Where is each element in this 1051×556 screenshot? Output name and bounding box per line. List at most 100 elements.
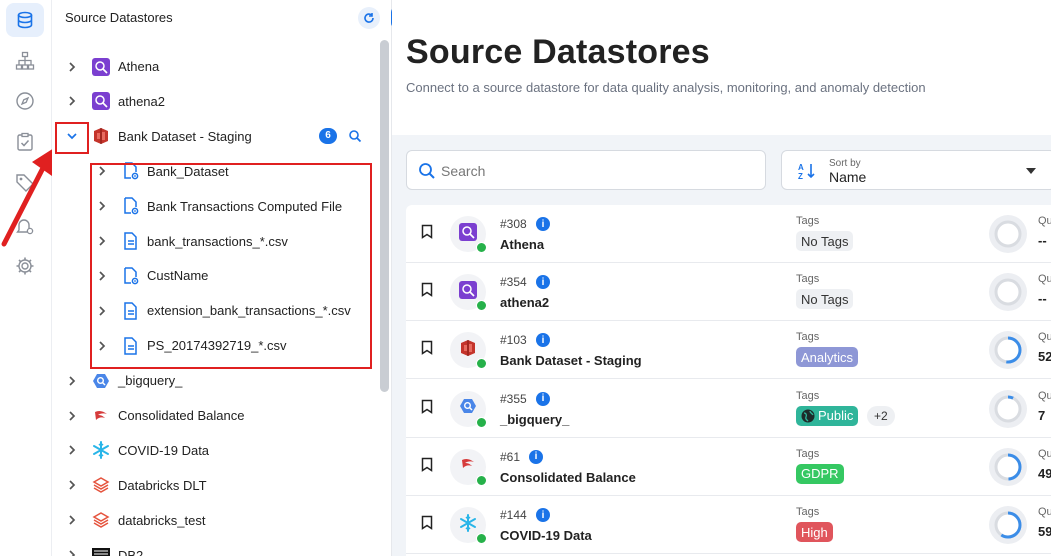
datastore-name[interactable]: athena2: [500, 295, 549, 310]
datastore-card[interactable]: #355 i _bigquery_ Tags Public +2 Qu 7: [406, 380, 1051, 438]
tree-item-label: Athena: [118, 59, 160, 74]
chevron-right-icon[interactable]: [66, 479, 78, 491]
quality-caption: Qu: [1038, 389, 1051, 402]
bookmark-icon[interactable]: [421, 340, 433, 356]
quality-value: --: [1038, 233, 1047, 248]
info-icon[interactable]: i: [529, 449, 543, 464]
tag-badge[interactable]: Analytics: [796, 347, 859, 368]
quality-score-ring: [989, 273, 1027, 312]
child-count-badge: 6: [319, 127, 337, 144]
tag-label: Public: [818, 408, 854, 424]
tree-scrollbar[interactable]: [380, 40, 389, 392]
chevron-right-icon[interactable]: [66, 410, 78, 422]
search-field[interactable]: [406, 150, 766, 190]
datastore-name[interactable]: COVID-19 Data: [500, 528, 592, 543]
nav-discover-button[interactable]: [6, 84, 44, 118]
sort-dropdown[interactable]: A Z Sort by Name: [781, 150, 1051, 190]
quality-score-ring: [989, 506, 1027, 544]
datastore-id: #103: [500, 333, 527, 348]
nav-rail: [0, 0, 52, 556]
status-dot: [476, 533, 487, 544]
datastore-card[interactable]: #61 i Consolidated Balance Tags GDPR Qu 49: [406, 438, 1051, 496]
chevron-right-icon[interactable]: [66, 514, 78, 526]
tag-badge[interactable]: High: [796, 522, 833, 542]
refresh-button[interactable]: [358, 7, 380, 29]
tags-caption: Tags: [796, 273, 820, 286]
page-subtitle: Connect to a source datastore for data q…: [406, 80, 926, 95]
tree-item[interactable]: DB2: [52, 538, 372, 556]
tree-item-label: _bigquery_: [118, 373, 183, 389]
caret-down-icon: [1026, 168, 1036, 174]
info-icon[interactable]: i: [536, 333, 550, 348]
datastore-id: #61: [500, 449, 521, 464]
tag-label: GDPR: [801, 466, 839, 482]
bookmark-icon[interactable]: [421, 399, 433, 414]
databricks-icon: [92, 476, 110, 494]
bookmark-icon[interactable]: [421, 515, 433, 530]
datastore-card[interactable]: #144 i COVID-19 Data Tags High Qu 59: [406, 496, 1051, 554]
info-icon[interactable]: i: [536, 391, 550, 406]
quality-caption: Qu: [1038, 506, 1051, 518]
tree-item-label: Bank Dataset - Staging: [118, 128, 252, 144]
more-tags-badge[interactable]: +2: [867, 405, 895, 426]
tree-item[interactable]: Databricks DLT: [52, 468, 372, 503]
tree-item[interactable]: databricks_test: [52, 503, 372, 538]
datastore-card[interactable]: #103 i Bank Dataset - Staging Tags Analytics…: [406, 321, 1051, 380]
status-dot: [476, 300, 487, 312]
nav-settings-button[interactable]: [6, 249, 44, 283]
tree-item[interactable]: COVID-19 Data: [52, 433, 372, 468]
status-dot: [476, 242, 487, 253]
chevron-right-icon[interactable]: [66, 549, 78, 556]
tags-caption: Tags: [796, 506, 820, 518]
athena-icon: [92, 92, 110, 111]
athena-icon: [459, 222, 477, 246]
bookmark-icon[interactable]: [421, 224, 433, 239]
info-icon[interactable]: i: [536, 275, 550, 290]
datastore-name[interactable]: _bigquery_: [500, 412, 569, 427]
chevron-right-icon[interactable]: [66, 444, 78, 456]
expand-highlight: [55, 122, 89, 154]
info-icon[interactable]: i: [536, 508, 550, 522]
datastore-name[interactable]: Bank Dataset - Staging: [500, 353, 642, 368]
tags-caption: Tags: [796, 215, 820, 227]
bookmark-icon[interactable]: [421, 457, 433, 472]
snowflake-icon: [459, 513, 477, 537]
tree-item-label: COVID-19 Data: [118, 442, 210, 458]
quality-caption: Qu: [1038, 273, 1051, 286]
tag-badge: No Tags: [796, 231, 854, 251]
consolidated-icon: [92, 407, 110, 425]
tree-item[interactable]: Bank Dataset - Staging 6: [52, 119, 372, 154]
tree-item[interactable]: athena2: [52, 84, 372, 119]
tree-item[interactable]: Consolidated Balance: [52, 398, 372, 433]
chevron-right-icon[interactable]: [66, 61, 78, 73]
redshift-icon: [92, 127, 110, 145]
database-icon: [17, 11, 33, 29]
datastore-id: #354: [500, 275, 527, 290]
nav-explore-button[interactable]: [6, 44, 44, 78]
datastore-id: #308: [500, 217, 527, 231]
nav-datastores-button[interactable]: [6, 3, 44, 37]
status-dot: [476, 474, 487, 486]
datastore-name[interactable]: Athena: [500, 237, 544, 252]
tag-badge[interactable]: GDPR: [796, 463, 844, 484]
datastore-name[interactable]: Consolidated Balance: [500, 470, 636, 485]
tag-badge[interactable]: Public: [796, 405, 859, 426]
datastore-avatar: [450, 274, 487, 312]
quality-caption: Qu: [1038, 215, 1051, 227]
quality-value: 59: [1038, 524, 1051, 539]
chevron-right-icon[interactable]: [66, 95, 78, 107]
search-icon[interactable]: [348, 129, 362, 143]
quality-caption: Qu: [1038, 331, 1051, 344]
info-icon[interactable]: i: [536, 217, 550, 231]
tag-badge: No Tags: [796, 289, 854, 310]
chevron-right-icon[interactable]: [66, 375, 78, 387]
datastore-card[interactable]: #308 i Athena Tags No Tags Qu --: [406, 205, 1051, 263]
hierarchy-icon: [15, 51, 35, 70]
tree-title: Source Datastores: [65, 10, 173, 25]
sort-az-icon: A Z: [798, 163, 815, 180]
quality-value: 52: [1038, 349, 1051, 365]
tree-item[interactable]: Athena: [52, 49, 372, 84]
search-input[interactable]: [441, 159, 741, 183]
bookmark-icon[interactable]: [421, 282, 433, 298]
datastore-card[interactable]: #354 i athena2 Tags No Tags Qu --: [406, 263, 1051, 322]
